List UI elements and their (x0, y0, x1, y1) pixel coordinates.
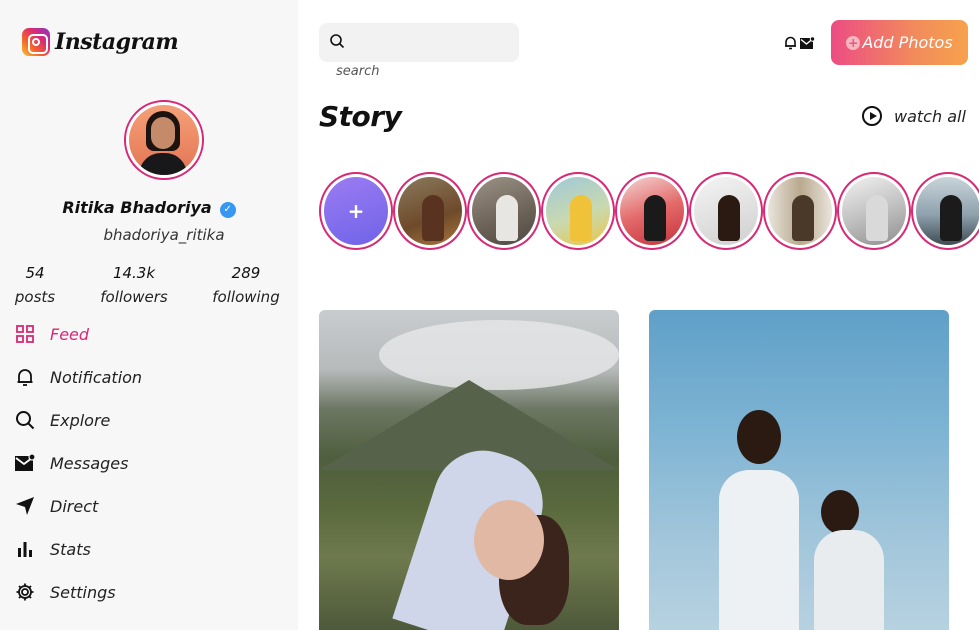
sidebar-item-messages[interactable]: Messages (14, 450, 274, 476)
plus-circle-icon: + (846, 35, 861, 50)
bell-icon (14, 366, 36, 388)
stat-following-value: 289 (231, 264, 261, 282)
sidebar-item-explore[interactable]: Explore (14, 407, 274, 433)
stat-following[interactable]: 289 following (206, 264, 286, 306)
verified-badge-icon: ✓ (219, 202, 236, 218)
add-photos-button[interactable]: + Add Photos (831, 20, 968, 65)
sidebar-item-label: Stats (50, 539, 91, 559)
story-section-title: Story (319, 100, 402, 133)
story-item[interactable] (541, 172, 615, 250)
search-icon (329, 33, 345, 53)
story-image (546, 177, 610, 245)
profile-name-row: Ritika Bhadoriya ✓ (0, 198, 298, 218)
story-item[interactable] (689, 172, 763, 250)
sidebar-item-feed[interactable]: Feed (14, 321, 274, 347)
story-image (842, 177, 906, 245)
sidebar-item-label: Messages (50, 453, 129, 473)
search-icon (14, 409, 36, 431)
stat-posts[interactable]: 54 posts (10, 264, 60, 306)
brand-logo[interactable]: Instagram (22, 28, 179, 56)
search-caption: search (336, 64, 380, 79)
profile-avatar[interactable] (124, 100, 204, 180)
send-icon (14, 495, 36, 517)
sidebar-item-label: Direct (50, 496, 99, 516)
stat-followers-label: followers (100, 288, 168, 306)
story-item[interactable] (763, 172, 837, 250)
story-image (694, 177, 758, 245)
story-image (620, 177, 684, 245)
bell-icon[interactable] (784, 35, 797, 54)
sidebar-item-settings[interactable]: Settings (14, 579, 274, 605)
story-image (768, 177, 832, 245)
stat-following-label: following (212, 288, 280, 306)
profile-handle: bhadoriya_ritika (103, 226, 225, 244)
gear-icon (14, 581, 36, 603)
story-item[interactable] (911, 172, 979, 250)
mail-icon (14, 452, 36, 474)
add-photos-label: Add Photos (862, 33, 953, 52)
stat-followers-value: 14.3k (112, 264, 156, 282)
header-icons (784, 35, 816, 54)
search-bar[interactable] (319, 23, 519, 62)
stat-posts-label: posts (14, 288, 56, 306)
feed-post[interactable] (649, 310, 949, 630)
sidebar: Instagram Ritika Bhadoriya ✓ bhadoriya_ri… (0, 0, 298, 630)
sidebar-item-label: Explore (50, 410, 111, 430)
watch-all-label: watch all (894, 106, 966, 126)
main-content: search + Add Photos Story watch all + (298, 0, 979, 630)
story-item[interactable] (467, 172, 541, 250)
story-image (472, 177, 536, 245)
play-circle-icon (862, 106, 882, 126)
watch-all-link[interactable]: watch all (862, 106, 966, 126)
stat-followers[interactable]: 14.3k followers (94, 264, 174, 306)
avatar-image (129, 105, 199, 175)
sidebar-item-stats[interactable]: Stats (14, 536, 274, 562)
plus-icon: + (324, 177, 388, 245)
sidebar-item-label: Notification (50, 367, 143, 387)
story-item[interactable] (837, 172, 911, 250)
bar-chart-icon (14, 538, 36, 560)
story-item[interactable] (615, 172, 689, 250)
story-image (916, 177, 979, 245)
grid-icon (14, 323, 36, 345)
add-story-button[interactable]: + (319, 172, 393, 250)
story-image (398, 177, 462, 245)
search-input[interactable] (353, 35, 503, 50)
stat-posts-value: 54 (25, 264, 45, 282)
brand-name: Instagram (55, 29, 179, 55)
mail-icon[interactable] (800, 35, 816, 54)
story-item[interactable] (393, 172, 467, 250)
instagram-logo-icon (22, 28, 50, 56)
feed-post[interactable] (319, 310, 619, 630)
profile-name: Ritika Bhadoriya (62, 198, 212, 217)
stories-row: + (319, 172, 979, 252)
sidebar-item-label: Feed (50, 324, 90, 344)
sidebar-item-notification[interactable]: Notification (14, 364, 274, 390)
sidebar-item-label: Settings (50, 582, 116, 602)
sidebar-item-direct[interactable]: Direct (14, 493, 274, 519)
